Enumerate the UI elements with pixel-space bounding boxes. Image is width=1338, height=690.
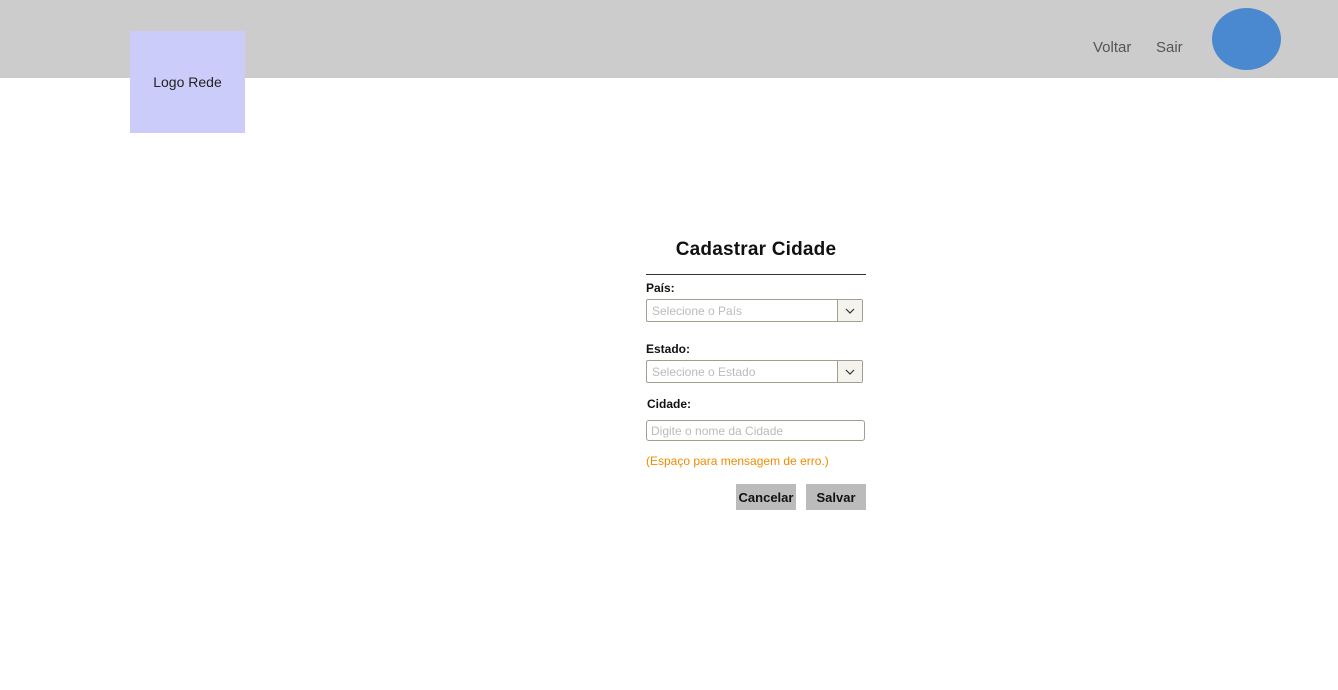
chevron-down-icon <box>845 308 855 314</box>
cancel-button[interactable]: Cancelar <box>736 484 796 510</box>
state-select-placeholder: Selecione o Estado <box>652 365 756 379</box>
form-title: Cadastrar Cidade <box>675 239 837 260</box>
country-select-toggle[interactable] <box>837 300 862 321</box>
network-logo: Logo Rede <box>130 31 245 133</box>
exit-link[interactable]: Sair <box>1156 39 1183 56</box>
city-label: Cidade: <box>647 397 692 411</box>
city-input[interactable] <box>646 420 865 441</box>
state-select-toggle[interactable] <box>837 361 862 382</box>
country-label: País: <box>646 281 675 295</box>
logo-label: Logo Rede <box>153 74 222 90</box>
chevron-down-icon <box>845 369 855 375</box>
page: Voltar Sair Logo Rede Cadastrar Cidade P… <box>0 0 1338 690</box>
country-select[interactable]: Selecione o País <box>646 299 863 322</box>
error-message: (Espaço para mensagem de erro.) <box>646 454 829 468</box>
user-avatar[interactable] <box>1212 8 1281 70</box>
state-label: Estado: <box>646 342 691 356</box>
save-button[interactable]: Salvar <box>806 484 866 510</box>
back-link[interactable]: Voltar <box>1093 39 1131 56</box>
state-select[interactable]: Selecione o Estado <box>646 360 863 383</box>
title-divider <box>646 274 866 275</box>
country-select-placeholder: Selecione o País <box>652 304 743 318</box>
